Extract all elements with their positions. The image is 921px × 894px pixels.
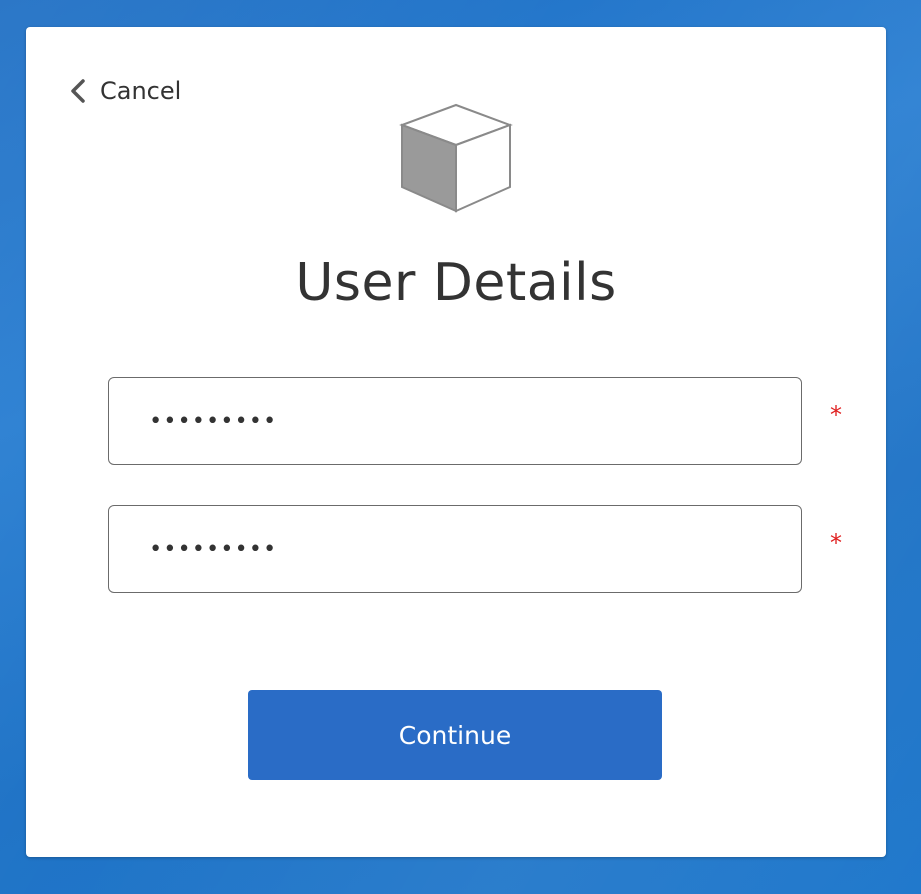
password-field-1[interactable] <box>108 377 802 465</box>
chevron-left-icon <box>68 77 88 105</box>
user-details-card: Cancel User Details * * Continue <box>26 27 886 857</box>
required-marker: * <box>830 401 842 429</box>
page-title: User Details <box>295 253 617 313</box>
field-row-1: * <box>108 377 848 469</box>
cube-icon <box>398 101 514 217</box>
cancel-label: Cancel <box>100 77 182 105</box>
continue-button[interactable]: Continue <box>248 690 662 780</box>
required-marker: * <box>830 529 842 557</box>
cancel-link[interactable]: Cancel <box>68 77 181 105</box>
field-row-2: * <box>108 505 848 597</box>
password-field-2[interactable] <box>108 505 802 593</box>
